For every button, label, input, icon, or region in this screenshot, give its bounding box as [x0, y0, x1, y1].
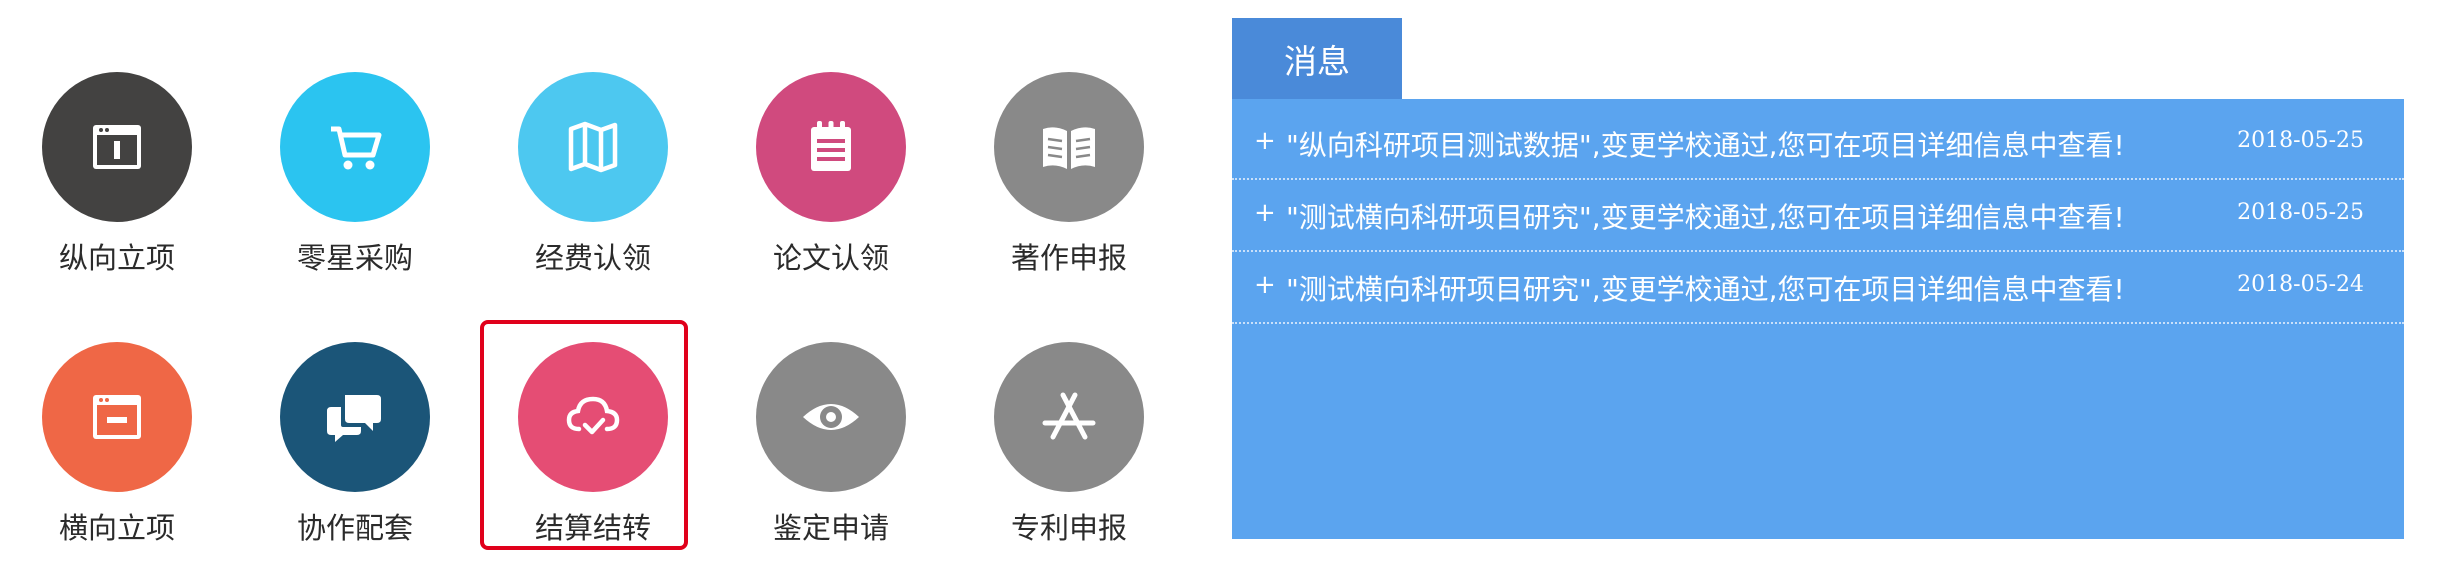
cloud-check-icon [518, 342, 668, 492]
plus-icon: + [1254, 126, 1276, 156]
tile-patent-declare[interactable]: 专利申报 [954, 342, 1184, 572]
book-icon [994, 72, 1144, 222]
tile-label: 协作配套 [296, 511, 413, 545]
message-item[interactable]: + "测试横向科研项目研究",变更学校通过,您可在项目详细信息中查看! 2018… [1232, 180, 2404, 252]
tile-label: 鉴定申请 [772, 511, 889, 545]
tile-label: 零星采购 [296, 241, 413, 275]
message-item[interactable]: + "测试横向科研项目研究",变更学校通过,您可在项目详细信息中查看! 2018… [1232, 252, 2404, 324]
message-text[interactable]: "测试横向科研项目研究",变更学校通过,您可在项目详细信息中查看! [1286, 196, 2125, 236]
tile-small-purchase[interactable]: 零星采购 [240, 72, 470, 302]
tile-label: 经费认领 [534, 241, 651, 275]
tile-vertical-project[interactable]: 纵向立项 [2, 72, 232, 302]
tile-label: 结算结转 [534, 511, 651, 545]
message-text[interactable]: "测试横向科研项目研究",变更学校通过,您可在项目详细信息中查看! [1286, 268, 2125, 308]
message-date: 2018-05-25 [2237, 200, 2364, 225]
message-date: 2018-05-25 [2237, 128, 2364, 153]
tile-label: 专利申报 [1010, 511, 1127, 545]
tile-appraisal-apply[interactable]: 鉴定申请 [716, 342, 946, 572]
notepad-icon [756, 72, 906, 222]
tile-book-declare[interactable]: 著作申报 [954, 72, 1184, 302]
tile-paper-claim[interactable]: 论文认领 [716, 72, 946, 302]
tile-label: 著作申报 [1010, 241, 1127, 275]
eye-icon [756, 342, 906, 492]
appstore-icon [994, 342, 1144, 492]
window-minus-icon [42, 342, 192, 492]
window-icon [42, 72, 192, 222]
message-text[interactable]: "纵向科研项目测试数据",变更学校通过,您可在项目详细信息中查看! [1286, 124, 2125, 164]
tile-label: 横向立项 [58, 511, 175, 545]
tile-label: 纵向立项 [58, 241, 175, 275]
plus-icon: + [1254, 198, 1276, 228]
tab-messages[interactable]: 消息 [1232, 18, 1402, 99]
cart-icon [280, 72, 430, 222]
chat-icon [280, 342, 430, 492]
message-date: 2018-05-24 [2237, 272, 2364, 297]
map-icon [518, 72, 668, 222]
tile-cooperation[interactable]: 协作配套 [240, 342, 470, 572]
plus-icon: + [1254, 270, 1276, 300]
message-item[interactable]: + "纵向科研项目测试数据",变更学校通过,您可在项目详细信息中查看! 2018… [1232, 108, 2404, 180]
tile-funds-claim[interactable]: 经费认领 [478, 72, 708, 302]
tile-label: 论文认领 [772, 241, 889, 275]
tile-horizontal-project[interactable]: 横向立项 [2, 342, 232, 572]
tile-settlement-transfer[interactable]: 结算结转 [478, 342, 708, 572]
